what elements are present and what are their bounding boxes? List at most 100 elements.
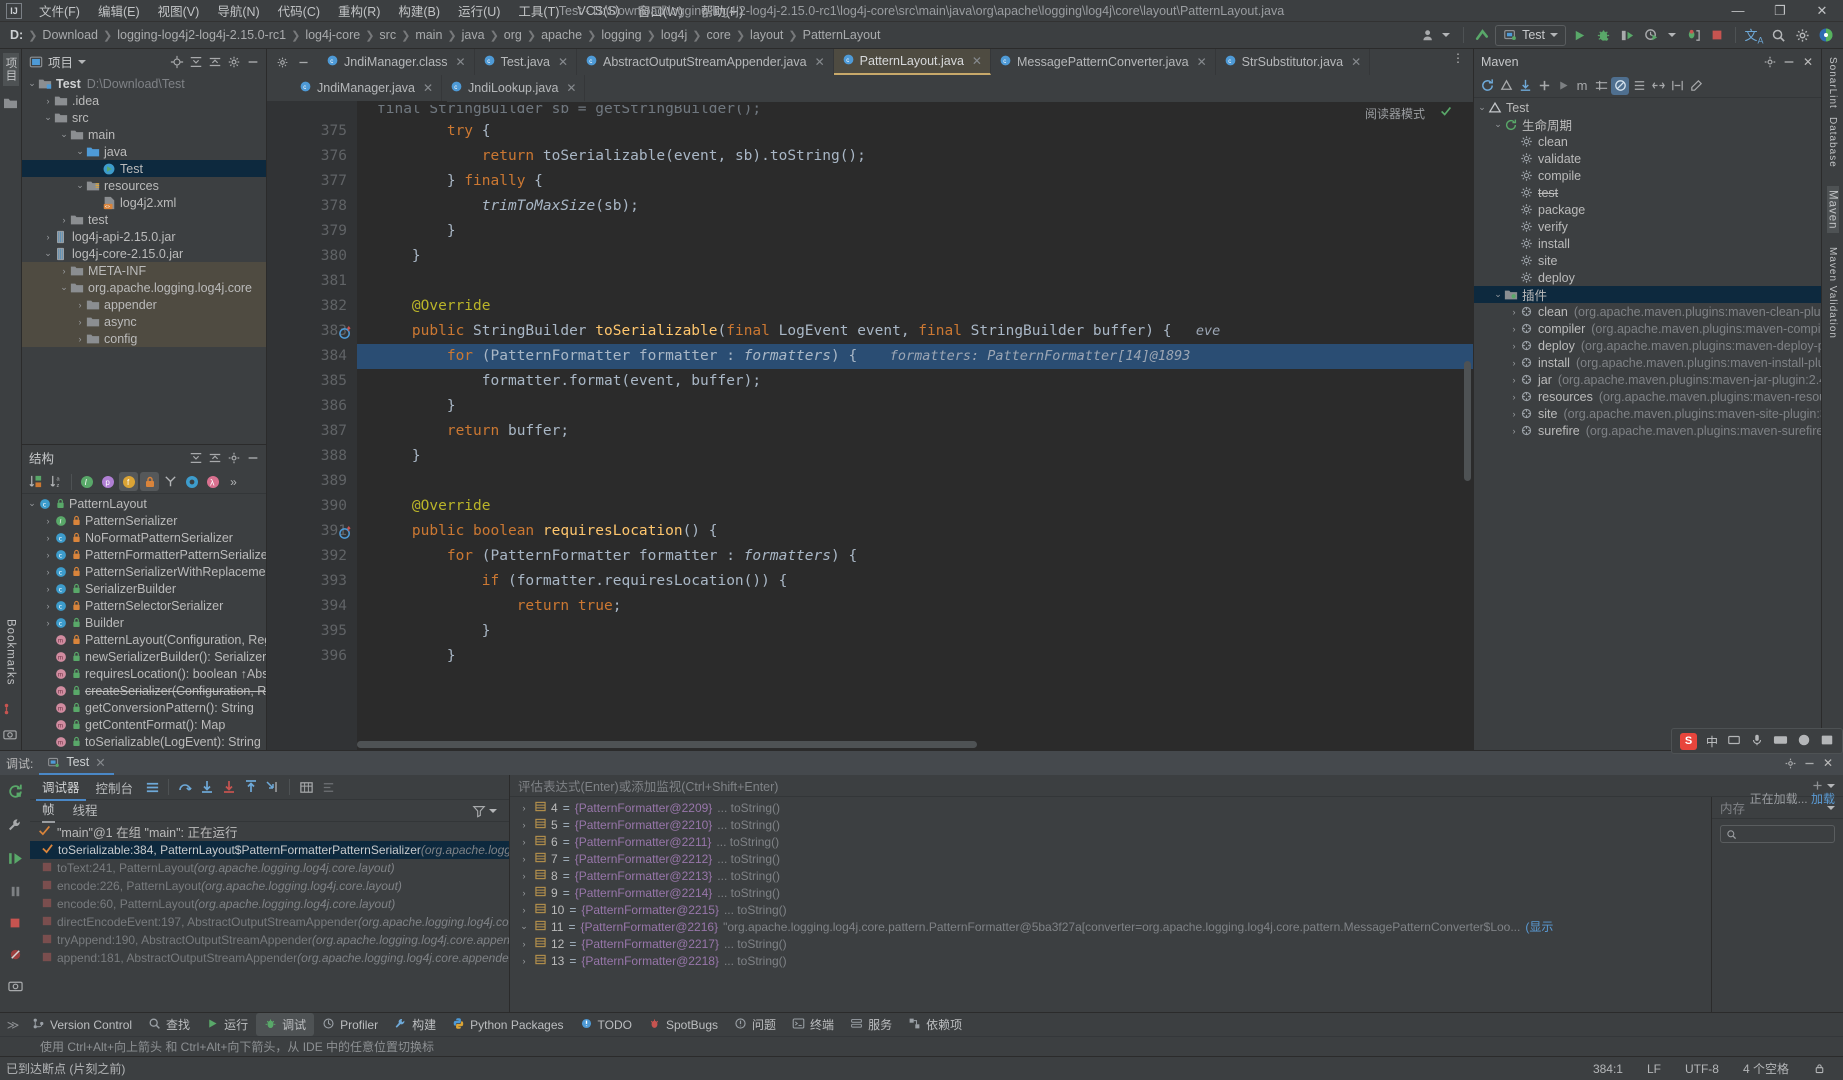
menu-item-code[interactable]: 代码(C) <box>269 0 329 22</box>
chevron-right-icon[interactable]: › <box>74 317 86 327</box>
code-line[interactable]: public StringBuilder toSerializable(fina… <box>357 319 1473 344</box>
search-everywhere-icon[interactable] <box>1767 24 1789 46</box>
mute-breakpoints-icon[interactable] <box>8 947 23 965</box>
maven-item-node[interactable]: deploy <box>1474 269 1821 286</box>
thread-row[interactable]: "main"@1 在组 "main": 正在运行 <box>30 822 509 841</box>
gutter-line[interactable]: 381 <box>279 269 357 294</box>
structure-item-node[interactable]: › c PatternFormatterPatternSerializer <box>22 546 267 563</box>
chevron-right-icon[interactable]: › <box>42 601 54 611</box>
gutter-line[interactable]: 395 <box>279 619 357 644</box>
collapse-icon[interactable] <box>1668 77 1686 95</box>
project-tree-item-node[interactable]: › config <box>22 330 266 347</box>
gutter-line[interactable]: 387 <box>279 419 357 444</box>
gear-icon[interactable] <box>225 449 243 467</box>
chevron-right-icon[interactable]: › <box>1508 307 1520 317</box>
gutter-line[interactable]: 388 <box>279 444 357 469</box>
file-encoding[interactable]: UTF-8 <box>1678 1060 1726 1078</box>
code-content[interactable]: final StringBuilder sb = getStringBuilde… <box>357 101 1473 750</box>
gutter-line[interactable]: 382 <box>279 294 357 319</box>
project-tree-item-node[interactable]: <> log4j2.xml <box>22 194 266 211</box>
evaluate-expression-icon[interactable] <box>297 778 315 796</box>
menu-item-run[interactable]: 运行(U) <box>449 0 509 22</box>
structure-item-node[interactable]: m requiresLocation(): boolean ↑Abstract <box>22 665 266 682</box>
chevron-right-icon[interactable]: › <box>1508 426 1520 436</box>
code-line[interactable]: return buffer; <box>357 419 1473 444</box>
gear-icon[interactable] <box>1761 53 1779 71</box>
maven-item-node[interactable]: validate <box>1474 150 1821 167</box>
gutter-line[interactable]: 384 <box>279 344 357 369</box>
stack-frame[interactable]: directEncodeEvent:197, AbstractOutputStr… <box>30 913 509 931</box>
gutter-line[interactable]: 391 <box>279 519 357 544</box>
attach-debugger-icon[interactable] <box>1682 24 1704 46</box>
tool-window-button-8[interactable]: SpotBugs <box>640 1014 726 1036</box>
editor-tab-3[interactable]: c PatternLayout.java ✕ <box>833 49 991 75</box>
plus-icon[interactable] <box>1535 77 1553 95</box>
close-icon[interactable]: ✕ <box>815 55 825 69</box>
profile-button[interactable] <box>1640 24 1662 46</box>
resume-program-icon[interactable] <box>7 850 24 870</box>
project-tree-item-node[interactable]: › .idea <box>22 92 266 109</box>
code-line[interactable]: if (formatter.requiresLocation()) { <box>357 569 1473 594</box>
maven-item-node[interactable]: ⌄ 生命周期 <box>1474 116 1821 133</box>
inspection-status-icon[interactable] <box>1439 104 1453 121</box>
gutter-line[interactable]: 377 <box>279 169 357 194</box>
breadcrumb-item-0[interactable]: D: <box>6 26 27 44</box>
chevron-right-icon[interactable]: › <box>518 871 530 881</box>
hide-panel-icon[interactable] <box>244 53 262 71</box>
refresh-icon[interactable] <box>1478 77 1496 95</box>
settings-wrench-icon[interactable] <box>7 817 23 836</box>
gear-icon[interactable] <box>1781 754 1799 772</box>
code-line[interactable]: } <box>357 444 1473 469</box>
project-tree-item-node[interactable]: ⌄ log4j-core-2.15.0.jar <box>22 245 266 262</box>
stop-button[interactable] <box>1706 24 1728 46</box>
gutter-line[interactable]: 385 <box>279 369 357 394</box>
chevron-right-icon[interactable]: › <box>42 550 54 560</box>
menu-item-tools[interactable]: 工具(T) <box>509 0 568 22</box>
structure-item-node[interactable]: › c PatternSelectorSerializer <box>22 597 266 614</box>
variable-row[interactable]: › 6 = {PatternFormatter@2211} ... toString() <box>510 833 1711 850</box>
ime-emoji-icon[interactable] <box>1797 733 1811 750</box>
show-lambdas-icon[interactable]: λ <box>203 472 222 491</box>
user-dropdown-caret-icon[interactable] <box>1442 33 1451 37</box>
code-line[interactable]: return true; <box>357 594 1473 619</box>
menu-item-file[interactable]: 文件(F) <box>30 0 89 22</box>
editor-gutter[interactable]: 375 376 377 378 379 380 381 382 383 384 385 386 387 3… <box>279 101 357 750</box>
close-icon[interactable]: ✕ <box>566 81 576 95</box>
menu-item-edit[interactable]: 编辑(E) <box>89 0 149 22</box>
tab-debugger[interactable]: 调试器 <box>36 774 86 801</box>
code-line-current[interactable]: for (PatternFormatter formatter : format… <box>357 344 1473 369</box>
code-line[interactable]: return toSerializable(event, sb).toStrin… <box>357 144 1473 169</box>
code-line[interactable]: @Override <box>357 101 1473 319</box>
ide-assistant-icon[interactable] <box>1815 24 1837 46</box>
line-separator[interactable]: LF <box>1640 1060 1668 1078</box>
stripe-button-bookmarks[interactable]: Bookmarks <box>5 615 17 690</box>
project-tree-item-node[interactable]: › log4j-api-2.15.0.jar <box>22 228 266 245</box>
maximize-button[interactable]: ❐ <box>1759 0 1801 22</box>
toggle-offline-icon[interactable] <box>1592 77 1610 95</box>
tab-threads[interactable]: 线程 <box>73 800 98 822</box>
close-icon[interactable]: ✕ <box>1819 754 1837 772</box>
project-tree-item-node[interactable]: › async <box>22 313 266 330</box>
chevron-right-icon[interactable]: › <box>1508 409 1520 419</box>
stack-frame[interactable]: tryAppend:190, AbstractOutputStreamAppen… <box>30 931 509 949</box>
ime-toolbar-icon[interactable] <box>1727 733 1741 750</box>
editor-tab-4[interactable]: c MessagePatternConverter.java ✕ <box>991 49 1216 75</box>
tool-window-button-7[interactable]: TODO <box>572 1014 640 1036</box>
structure-item-node[interactable]: m toSerializable(LogEvent): String ↑Lay <box>22 733 266 750</box>
editor-tab-5[interactable]: c StrSubstitutor.java ✕ <box>1216 49 1371 75</box>
chevron-right-icon[interactable]: › <box>42 567 54 577</box>
tool-window-button-6[interactable]: Python Packages <box>444 1014 571 1036</box>
camera-icon[interactable] <box>2 728 19 742</box>
tool-window-button-4[interactable]: Profiler <box>314 1014 386 1036</box>
gutter-line[interactable]: 380 <box>279 244 357 269</box>
show-non-public-icon[interactable] <box>140 472 159 491</box>
variable-row[interactable]: › 8 = {PatternFormatter@2213} ... toString() <box>510 867 1711 884</box>
code-editor[interactable]: 375 376 377 378 379 380 381 382 383 384 385 386 387 3… <box>267 101 1473 750</box>
filter-icon[interactable] <box>470 802 488 820</box>
breadcrumb-item-10[interactable]: log4j <box>657 26 691 44</box>
maven-item-node[interactable]: compile <box>1474 167 1821 184</box>
collapse-all-icon[interactable] <box>206 449 224 467</box>
close-icon[interactable]: ✕ <box>558 55 568 69</box>
caret-position[interactable]: 384:1 <box>1586 1060 1630 1078</box>
show-anonymous-icon[interactable] <box>161 472 180 491</box>
